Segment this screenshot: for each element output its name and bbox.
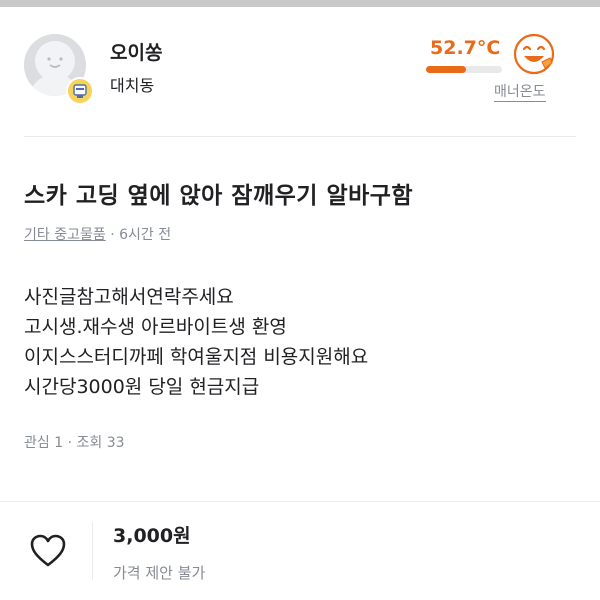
- post-body: 사진글참고해서연락주세요 고시생.재수생 아르바이트생 환영 이지스스터디까페 …: [24, 282, 368, 402]
- body-line: 고시생.재수생 아르바이트생 환영: [24, 316, 287, 338]
- post-meta: 기타 중고물품 · 6시간 전: [24, 224, 171, 244]
- manner-temperature-link[interactable]: 매너온도: [494, 84, 546, 102]
- category-link[interactable]: 기타 중고물품: [24, 227, 106, 243]
- body-line: 사진글참고해서연락주세요: [24, 286, 234, 308]
- view-count: 조회 33: [76, 435, 125, 451]
- manner-temperature-fill: [426, 66, 467, 73]
- verified-badge-icon: [66, 77, 94, 105]
- nickname[interactable]: 오이쏭: [110, 38, 162, 65]
- heart-icon[interactable]: [30, 534, 66, 568]
- bottom-bar-divider: [0, 501, 600, 502]
- price: 3,000원: [113, 525, 191, 547]
- price-offer-status: 가격 제안 불가: [113, 564, 206, 582]
- body-line: 시간당3000원 당일 현금지급: [24, 376, 260, 398]
- region-label: 대치동: [110, 76, 155, 95]
- interest-count: 관심 1: [24, 435, 64, 451]
- divider: [24, 136, 576, 137]
- status-strip: [0, 0, 600, 7]
- happy-face-icon: [512, 32, 556, 76]
- bottom-bar-separator: [92, 522, 93, 580]
- manner-temperature-bar: [426, 66, 502, 73]
- post-title: 스카 고딩 옆에 앉아 잠깨우기 알바구함: [24, 183, 414, 209]
- manner-temperature: 52.7°C: [430, 37, 501, 59]
- post-stats: 관심 1 · 조회 33: [24, 432, 125, 452]
- meta-separator: ·: [110, 227, 120, 243]
- body-line: 이지스스터디까페 학여울지점 비용지원해요: [24, 346, 369, 368]
- posted-time: 6시간 전: [119, 227, 172, 243]
